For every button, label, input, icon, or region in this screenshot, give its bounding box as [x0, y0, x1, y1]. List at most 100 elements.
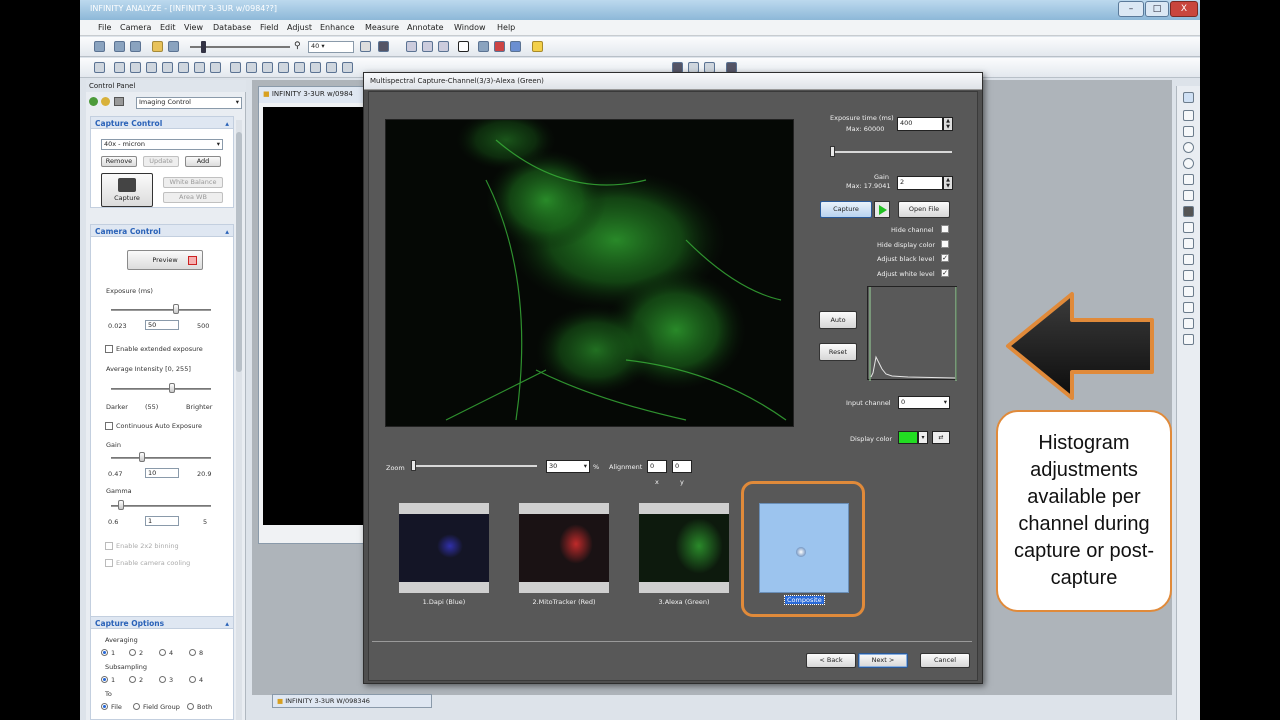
image-window-title[interactable]: ■ INFINITY 3-3UR w/0984: [259, 87, 367, 103]
minimize-button[interactable]: –: [1118, 1, 1144, 17]
circle-icon[interactable]: [1183, 158, 1194, 169]
copy-icon[interactable]: [130, 41, 141, 52]
tool-icon[interactable]: [278, 62, 289, 73]
tool-icon[interactable]: [342, 62, 353, 73]
display-color-swatch[interactable]: [898, 431, 918, 444]
intensity-slider-thumb[interactable]: [169, 383, 175, 393]
camera-icon[interactable]: [94, 41, 105, 52]
averaging-radio-4[interactable]: [159, 649, 166, 656]
menu-field[interactable]: Field: [260, 23, 278, 32]
exposure-time-input[interactable]: 400: [897, 117, 943, 131]
back-button[interactable]: < Back: [806, 653, 856, 668]
tool-icon[interactable]: [114, 62, 125, 73]
averaging-radio-8[interactable]: [189, 649, 196, 656]
exposure-spinner[interactable]: ▲ ▼: [943, 117, 953, 131]
channel-thumb-red[interactable]: [519, 503, 609, 593]
subsampling-radio-4[interactable]: [189, 676, 196, 683]
maximize-button[interactable]: □: [1145, 1, 1169, 17]
scrollbar-thumb[interactable]: [236, 132, 242, 372]
line-icon[interactable]: [1183, 110, 1194, 121]
tool-icon[interactable]: [230, 62, 241, 73]
exposure-slider-thumb[interactable]: [173, 304, 179, 314]
adjust-black-checkbox[interactable]: ✓: [941, 254, 949, 262]
menu-edit[interactable]: Edit: [160, 23, 176, 32]
gain-slider[interactable]: [111, 457, 211, 459]
film-icon[interactable]: [378, 41, 389, 52]
subsampling-radio-2[interactable]: [129, 676, 136, 683]
menu-file[interactable]: File: [98, 23, 111, 32]
select-icon[interactable]: [510, 41, 521, 52]
histogram[interactable]: [867, 286, 957, 381]
lightbulb-icon[interactable]: [532, 41, 543, 52]
pointer-icon[interactable]: [1183, 92, 1194, 103]
tool-icon[interactable]: [1183, 334, 1194, 345]
open-folder-icon[interactable]: [152, 41, 163, 52]
to-file-radio[interactable]: [101, 703, 108, 710]
swap-icon[interactable]: ⇄: [932, 431, 950, 444]
menu-database[interactable]: Database: [213, 23, 251, 32]
gamma-slider-thumb[interactable]: [118, 500, 124, 510]
print-icon[interactable]: [114, 41, 125, 52]
zoom-select[interactable]: 30 ▾: [546, 460, 590, 473]
live-image[interactable]: [263, 107, 365, 525]
refresh-icon[interactable]: [438, 41, 449, 52]
composite-thumb[interactable]: [759, 503, 849, 593]
next-button[interactable]: Next >: [858, 653, 908, 668]
arrow-icon[interactable]: [360, 41, 371, 52]
averaging-radio-2[interactable]: [129, 649, 136, 656]
channel-thumb-blue[interactable]: [399, 503, 489, 593]
gain-input[interactable]: 2: [897, 176, 943, 190]
polygon-icon[interactable]: [1183, 174, 1194, 185]
capture-control-header[interactable]: Capture Control ▴: [91, 117, 233, 129]
intensity-slider[interactable]: [111, 388, 211, 390]
capture-options-header[interactable]: Capture Options ▴: [91, 617, 233, 629]
camera-small-icon[interactable]: [114, 97, 124, 106]
align-x-input[interactable]: 0: [647, 460, 667, 473]
exposure-time-slider[interactable]: [832, 151, 952, 153]
text-icon[interactable]: [1183, 222, 1194, 233]
tool-icon[interactable]: [1183, 318, 1194, 329]
capture-button[interactable]: Capture: [820, 201, 872, 218]
play-button[interactable]: [874, 201, 890, 218]
exposure-slider[interactable]: [111, 309, 211, 311]
cancel-button[interactable]: Cancel: [920, 653, 970, 668]
averaging-radio-1[interactable]: [101, 649, 108, 656]
subsampling-radio-1[interactable]: [101, 676, 108, 683]
tool-icon[interactable]: [294, 62, 305, 73]
remove-button[interactable]: Remove: [101, 156, 137, 167]
tool-icon[interactable]: [1183, 302, 1194, 313]
subsampling-radio-3[interactable]: [159, 676, 166, 683]
settings-icon[interactable]: [101, 97, 110, 106]
white-balance-button[interactable]: White Balance: [163, 177, 223, 188]
menu-view[interactable]: View: [184, 23, 203, 32]
input-channel-select[interactable]: 0 ▾: [898, 396, 950, 409]
adjust-white-checkbox[interactable]: ✓: [941, 269, 949, 277]
gain-spinner[interactable]: ▲ ▼: [943, 176, 953, 190]
undo-icon[interactable]: [406, 41, 417, 52]
redo-icon[interactable]: [422, 41, 433, 52]
reset-button[interactable]: Reset: [819, 343, 857, 361]
capture-button[interactable]: Capture: [101, 173, 153, 207]
cross-icon[interactable]: [1183, 270, 1194, 281]
to-both-radio[interactable]: [187, 703, 194, 710]
tool-icon[interactable]: [310, 62, 321, 73]
tool-icon[interactable]: [146, 62, 157, 73]
mode-select[interactable]: Imaging Control ▾: [136, 97, 242, 109]
tool-icon[interactable]: [262, 62, 273, 73]
zoom-select[interactable]: 40 ▾: [308, 41, 354, 53]
crop-icon[interactable]: [458, 41, 469, 52]
green-channel-image[interactable]: [385, 119, 794, 427]
tool-icon[interactable]: [130, 62, 141, 73]
hide-channel-checkbox[interactable]: [941, 225, 949, 233]
menu-help[interactable]: Help: [497, 23, 515, 32]
arrow-tool-icon[interactable]: [1183, 238, 1194, 249]
grid-icon[interactable]: [494, 41, 505, 52]
menu-window[interactable]: Window: [454, 23, 486, 32]
add-button[interactable]: Add: [185, 156, 221, 167]
gain-input[interactable]: 10: [145, 468, 179, 478]
tool-icon[interactable]: [326, 62, 337, 73]
exposure-time-slider-thumb[interactable]: [830, 146, 835, 157]
update-button[interactable]: Update: [143, 156, 179, 167]
tool-icon[interactable]: [210, 62, 221, 73]
tool-icon[interactable]: [194, 62, 205, 73]
